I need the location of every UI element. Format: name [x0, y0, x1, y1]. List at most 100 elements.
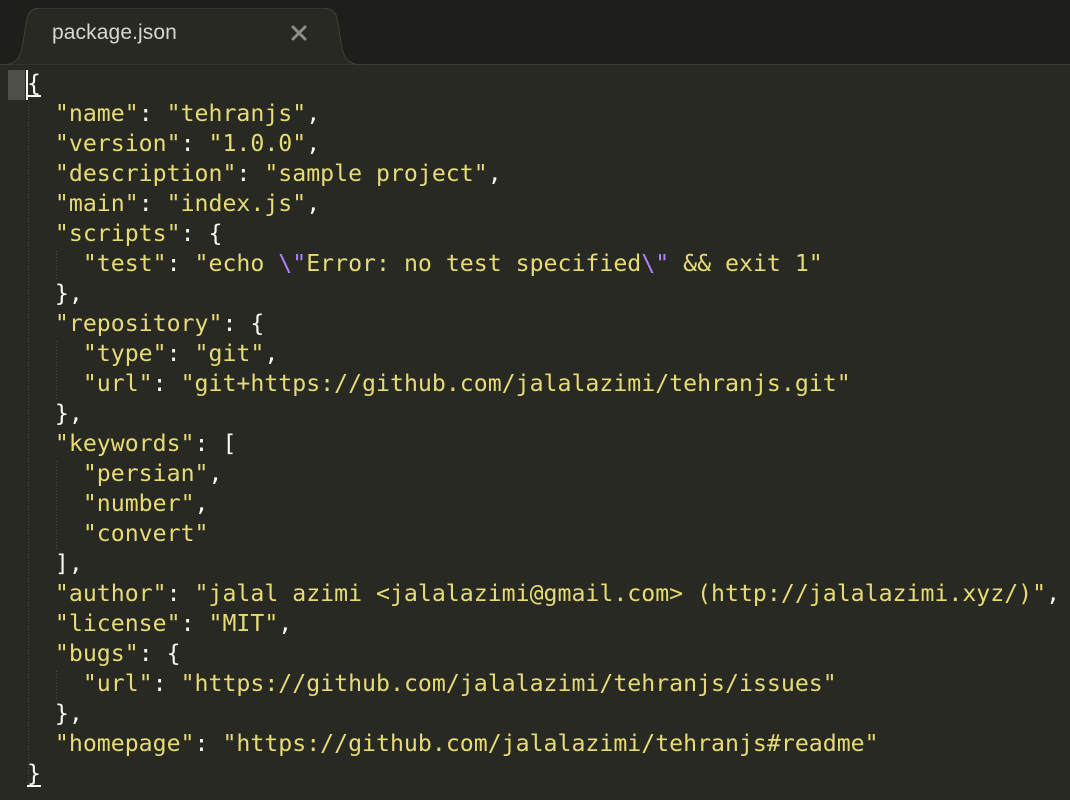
code-punctuation: {	[27, 70, 41, 97]
code-punctuation: :	[138, 100, 167, 127]
code-line: "author": "jalal azimi <jalalazimi@gmail…	[27, 579, 1060, 609]
code-punctuation	[27, 160, 55, 187]
code-string: "author"	[54, 580, 167, 607]
code-punctuation: ,	[194, 490, 209, 517]
code-punctuation: :	[180, 130, 209, 157]
code-punctuation	[27, 190, 55, 217]
code-punctuation: ,	[487, 160, 502, 187]
code-string: "license"	[54, 610, 181, 637]
code-punctuation	[27, 130, 55, 157]
code-string: "1.0.0"	[208, 130, 307, 157]
code-punctuation	[27, 670, 83, 697]
code-punctuation: : {	[180, 220, 223, 247]
code-punctuation: : {	[138, 640, 181, 667]
code-string: "bugs"	[54, 640, 139, 667]
code-line: },	[27, 279, 1060, 309]
code-punctuation: :	[138, 190, 167, 217]
code-string: "scripts"	[54, 220, 181, 247]
code-string: "number"	[82, 490, 195, 517]
code-line: "main": "index.js",	[27, 189, 1060, 219]
code-line: "name": "tehranjs",	[27, 99, 1060, 129]
code-line: "url": "https://github.com/jalalazimi/te…	[27, 669, 1060, 699]
code-line: "description": "sample project",	[27, 159, 1060, 189]
code-punctuation: ,	[264, 340, 279, 367]
code-punctuation	[27, 220, 55, 247]
code-punctuation: :	[152, 370, 181, 397]
code-string: "name"	[54, 100, 139, 127]
code-escape: \"	[278, 250, 307, 277]
code-punctuation	[27, 730, 55, 757]
code-punctuation	[27, 310, 55, 337]
tab-bar: package.json	[0, 0, 1070, 65]
code-punctuation: },	[27, 700, 83, 727]
code-string: "convert"	[82, 520, 209, 547]
code-punctuation: :	[166, 250, 195, 277]
code-punctuation: ,	[1046, 580, 1061, 607]
code-line: "type": "git",	[27, 339, 1060, 369]
code-punctuation: :	[194, 730, 223, 757]
code-editor[interactable]: { "name": "tehranjs", "version": "1.0.0"…	[0, 65, 1070, 800]
tab-title: package.json	[52, 21, 177, 44]
code-string: "git"	[194, 340, 265, 367]
tab-package-json[interactable]: package.json	[0, 8, 370, 65]
code-punctuation: },	[27, 400, 83, 427]
code-punctuation: ,	[208, 460, 223, 487]
code-string: "persian"	[82, 460, 209, 487]
code-punctuation	[27, 580, 55, 607]
code-punctuation: :	[236, 160, 265, 187]
code-string: "tehranjs"	[166, 100, 307, 127]
code-string: "type"	[82, 340, 167, 367]
code-string: "homepage"	[54, 730, 195, 757]
code-punctuation: :	[152, 670, 181, 697]
code-content[interactable]: { "name": "tehranjs", "version": "1.0.0"…	[27, 69, 1060, 789]
code-line: "license": "MIT",	[27, 609, 1060, 639]
current-line-gutter-marker	[8, 70, 25, 100]
code-punctuation	[27, 100, 55, 127]
code-punctuation	[27, 340, 83, 367]
code-string: "test"	[82, 250, 167, 277]
code-string: "main"	[54, 190, 139, 217]
code-punctuation: :	[166, 580, 195, 607]
code-line: {	[27, 69, 1060, 99]
code-line: "repository": {	[27, 309, 1060, 339]
code-punctuation	[27, 460, 83, 487]
code-string: && exit 1"	[669, 250, 823, 277]
code-punctuation	[27, 520, 83, 547]
code-string: "https://github.com/jalalazimi/tehranjs#…	[222, 730, 879, 757]
code-punctuation	[27, 370, 83, 397]
code-punctuation: ,	[306, 190, 321, 217]
code-line: "homepage": "https://github.com/jalalazi…	[27, 729, 1060, 759]
code-punctuation	[27, 490, 83, 517]
editor-window: package.json { "name": "tehranjs", "vers…	[0, 0, 1070, 800]
code-punctuation: },	[27, 280, 83, 307]
code-string: "MIT"	[208, 610, 279, 637]
code-line: "persian",	[27, 459, 1060, 489]
code-punctuation: ,	[306, 100, 321, 127]
code-string: "https://github.com/jalalazimi/tehranjs/…	[180, 670, 837, 697]
code-line: "number",	[27, 489, 1060, 519]
code-punctuation: }	[27, 760, 41, 787]
code-punctuation: ,	[278, 610, 293, 637]
code-string: "description"	[54, 160, 237, 187]
code-string: "keywords"	[54, 430, 195, 457]
close-icon[interactable]	[289, 23, 309, 43]
code-punctuation: : {	[222, 310, 265, 337]
code-punctuation: : [	[194, 430, 237, 457]
code-line: },	[27, 399, 1060, 429]
code-punctuation: :	[166, 340, 195, 367]
code-string: "jalal azimi <jalalazimi@gmail.com> (htt…	[194, 580, 1047, 607]
code-string: "git+https://github.com/jalalazimi/tehra…	[180, 370, 851, 397]
code-punctuation	[27, 250, 83, 277]
code-string: "echo	[194, 250, 279, 277]
code-string: "url"	[82, 370, 153, 397]
code-punctuation: ],	[27, 550, 83, 577]
code-punctuation: :	[180, 610, 209, 637]
code-string: "version"	[54, 130, 181, 157]
code-line: "version": "1.0.0",	[27, 129, 1060, 159]
code-escape: \"	[641, 250, 670, 277]
code-line: "test": "echo \"Error: no test specified…	[27, 249, 1060, 279]
code-line: "keywords": [	[27, 429, 1060, 459]
code-punctuation: ,	[306, 130, 321, 157]
code-string: "repository"	[54, 310, 223, 337]
code-punctuation	[27, 610, 55, 637]
